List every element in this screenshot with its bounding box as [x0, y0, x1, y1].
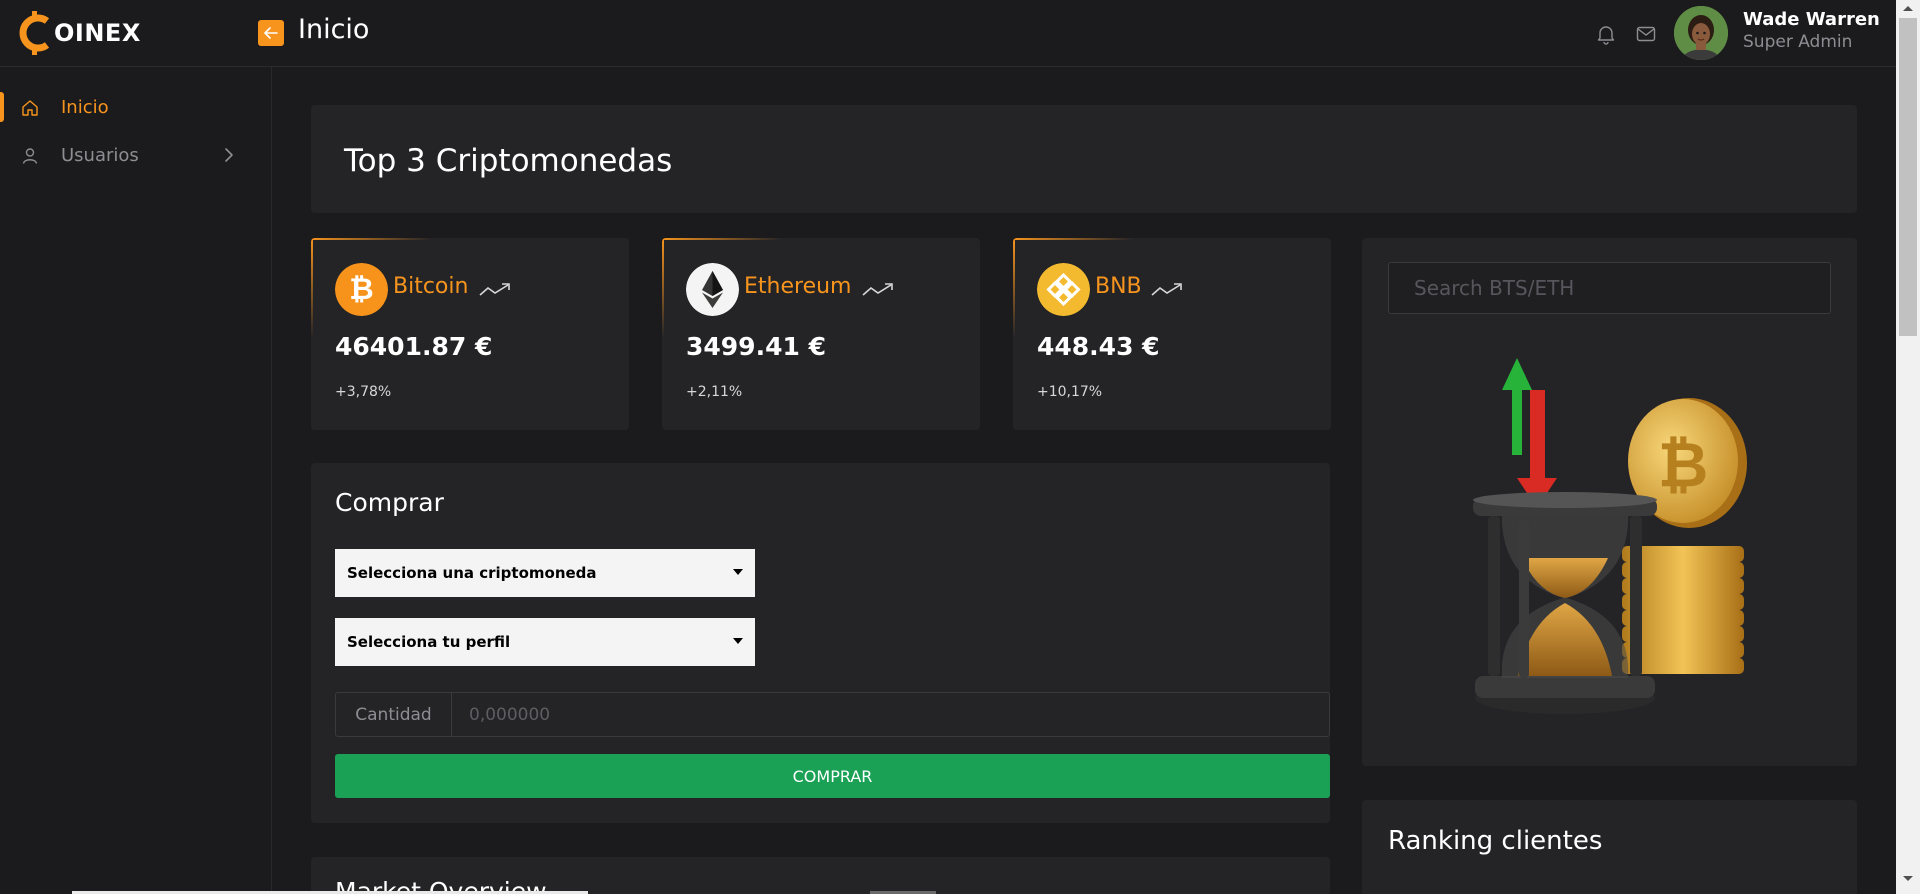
app-logo[interactable]: OINEX — [16, 10, 141, 56]
bnb-icon — [1037, 263, 1090, 316]
sidebar-item-usuarios[interactable]: Usuarios — [0, 137, 272, 173]
scroll-up-icon[interactable] — [1903, 6, 1913, 11]
ranking-title: Ranking clientes — [1388, 826, 1603, 856]
sidebar-item-inicio[interactable]: Inicio — [0, 89, 272, 125]
page-title: Inicio — [298, 14, 370, 45]
sidebar-item-label: Inicio — [61, 97, 109, 118]
coin-card-ethereum[interactable]: Ethereum 3499.41 € +2,11% — [662, 238, 980, 430]
trending-up-icon — [1151, 283, 1182, 296]
sidebar: Inicio Usuarios — [0, 67, 272, 894]
sidebar-item-label: Usuarios — [61, 145, 139, 166]
back-button[interactable] — [258, 20, 284, 46]
user-icon — [22, 148, 38, 164]
notifications-button[interactable] — [1594, 22, 1618, 46]
coin-price: 3499.41 € — [686, 332, 826, 361]
coin-card-bitcoin[interactable]: ₿ Bitcoin 46401.87 € +3,78% — [311, 238, 629, 430]
search-panel: ₿ — [1362, 238, 1857, 766]
buy-title: Comprar — [335, 488, 444, 517]
top-crypto-banner: Top 3 Criptomonedas — [311, 105, 1857, 213]
logo-text: OINEX — [54, 19, 141, 47]
search-input[interactable] — [1388, 262, 1831, 314]
buy-button[interactable]: COMPRAR — [335, 754, 1330, 798]
ranking-panel: Ranking clientes — [1362, 800, 1857, 894]
crypto-select-value: Selecciona una criptomoneda — [347, 564, 597, 582]
trending-up-icon — [862, 283, 893, 296]
scrollbar-thumb[interactable] — [1899, 18, 1917, 336]
bitcoin-icon: ₿ — [335, 263, 388, 316]
trending-up-icon — [479, 283, 510, 296]
coin-name: Bitcoin — [393, 274, 469, 299]
svg-text:₿: ₿ — [1658, 428, 1709, 501]
chevron-right-icon[interactable] — [220, 146, 238, 164]
mail-icon — [1636, 26, 1656, 42]
coin-change: +3,78% — [335, 384, 392, 400]
quantity-label: Cantidad — [336, 693, 452, 736]
caret-down-icon — [733, 569, 743, 575]
caret-down-icon — [733, 638, 743, 644]
quantity-group: Cantidad — [335, 692, 1330, 737]
scroll-down-icon[interactable] — [1903, 876, 1913, 881]
crypto-illustration: ₿ — [1473, 358, 1747, 714]
bell-icon — [1597, 26, 1615, 45]
profile-select[interactable]: Selecciona tu perfil — [335, 618, 755, 666]
top-header: OINEX Inicio Wade Warren Super Admin — [0, 0, 1896, 67]
coin-name: Ethereum — [744, 274, 852, 299]
banner-title: Top 3 Criptomonedas — [344, 143, 673, 179]
coin-price: 46401.87 € — [335, 332, 493, 361]
coin-card-bnb[interactable]: BNB 448.43 € +10,17% — [1013, 238, 1331, 430]
messages-button[interactable] — [1634, 22, 1658, 46]
coin-name: BNB — [1095, 274, 1142, 299]
vertical-scrollbar[interactable] — [1896, 0, 1920, 894]
coin-change: +10,17% — [1037, 384, 1103, 400]
active-indicator — [0, 92, 4, 122]
coin-change: +2,11% — [686, 384, 743, 400]
buy-panel: Comprar Selecciona una criptomoneda Sele… — [311, 463, 1330, 823]
crypto-select[interactable]: Selecciona una criptomoneda — [335, 549, 755, 597]
coin-price: 448.43 € — [1037, 332, 1160, 361]
user-name[interactable]: Wade Warren — [1743, 9, 1880, 30]
coinex-logo-icon — [16, 10, 56, 56]
market-overview-panel: Market Overview — [311, 857, 1330, 894]
user-role: Super Admin — [1743, 32, 1853, 52]
ethereum-icon — [686, 263, 739, 316]
quantity-input[interactable] — [453, 693, 1329, 736]
arrow-left-icon — [264, 27, 278, 39]
svg-text:₿: ₿ — [349, 272, 373, 307]
profile-select-value: Selecciona tu perfil — [347, 633, 511, 651]
avatar[interactable] — [1674, 6, 1728, 60]
home-icon — [22, 100, 38, 116]
